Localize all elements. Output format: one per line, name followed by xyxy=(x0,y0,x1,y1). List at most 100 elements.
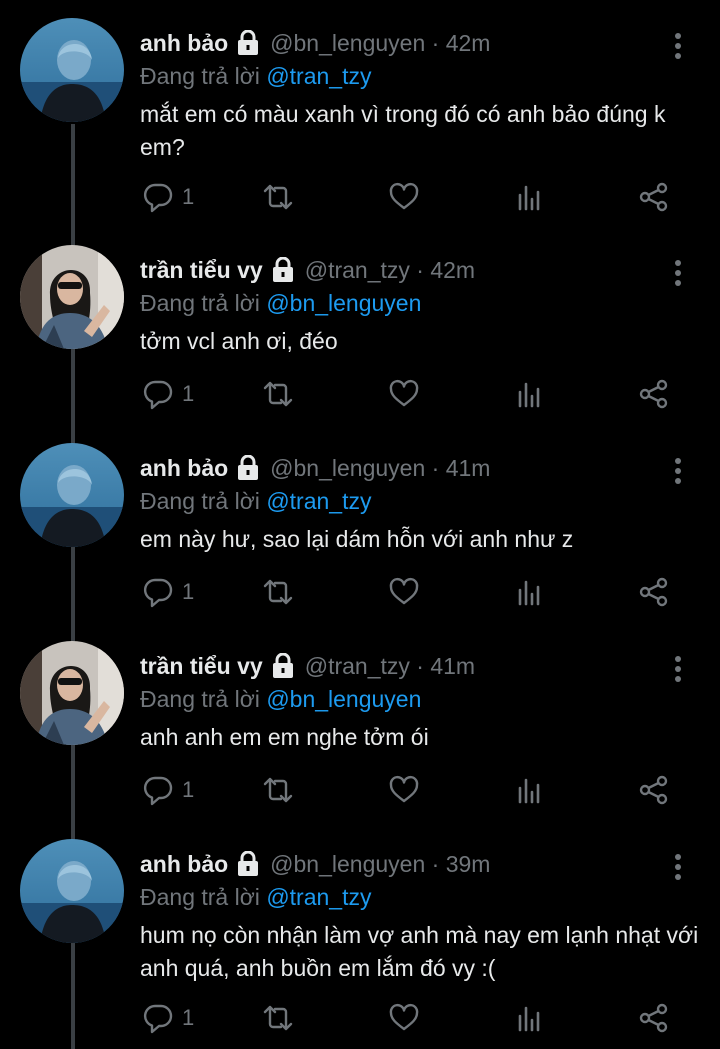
mention-link[interactable]: @bn_lenguyen xyxy=(266,686,421,712)
avatar[interactable] xyxy=(20,839,124,943)
reply-count: 1 xyxy=(182,184,195,209)
reply-count: 1 xyxy=(182,777,195,802)
more-vertical-icon[interactable] xyxy=(668,32,688,60)
reply-button[interactable]: 1 xyxy=(142,1001,194,1035)
reply-button[interactable]: 1 xyxy=(142,575,194,609)
retweet-icon xyxy=(263,1005,293,1031)
display-name[interactable]: anh bảo xyxy=(140,28,228,58)
analytics-icon xyxy=(518,382,540,408)
retweet-button[interactable] xyxy=(262,377,294,411)
share-button[interactable] xyxy=(638,180,670,214)
reply-icon xyxy=(143,578,173,608)
reply-button[interactable]: 1 xyxy=(142,377,194,411)
avatar[interactable] xyxy=(20,641,124,745)
handle-time[interactable]: @bn_lenguyen · 39m xyxy=(270,849,490,879)
more-vertical-icon[interactable] xyxy=(668,457,688,485)
tweet-text: mắt em có màu xanh vì trong đó có anh bả… xyxy=(140,101,666,160)
analytics-button[interactable] xyxy=(514,1001,546,1035)
share-button[interactable] xyxy=(638,575,670,609)
retweet-button[interactable] xyxy=(262,180,294,214)
more-vertical-icon[interactable] xyxy=(668,853,688,881)
analytics-button[interactable] xyxy=(514,377,546,411)
retweet-icon xyxy=(263,184,293,210)
analytics-button[interactable] xyxy=(514,773,546,807)
share-icon xyxy=(639,1003,668,1033)
reply-count: 1 xyxy=(182,381,195,406)
replying-to: Đang trả lời @bn_lenguyen xyxy=(140,684,421,714)
reply-button[interactable]: 1 xyxy=(142,773,194,807)
share-button[interactable] xyxy=(638,773,670,807)
handle-time[interactable]: @bn_lenguyen · 41m xyxy=(270,453,490,483)
analytics-icon xyxy=(518,185,540,211)
retweet-icon xyxy=(263,579,293,605)
like-button[interactable] xyxy=(388,377,420,411)
retweet-icon xyxy=(263,381,293,407)
tweet-text: hum nọ còn nhận làm vợ anh mà nay em lạn… xyxy=(140,922,699,981)
analytics-button[interactable] xyxy=(514,575,546,609)
handle-time[interactable]: @bn_lenguyen · 42m xyxy=(270,28,490,58)
share-button[interactable] xyxy=(638,377,670,411)
display-name[interactable]: anh bảo xyxy=(140,849,228,879)
mention-link[interactable]: @tran_tzy xyxy=(266,884,371,910)
reply-prefix: Đang trả lời xyxy=(140,63,260,89)
reply-prefix: Đang trả lời xyxy=(140,686,260,712)
handle-time[interactable]: @tran_tzy · 41m xyxy=(305,651,475,681)
retweet-button[interactable] xyxy=(262,773,294,807)
display-name[interactable]: trần tiểu vy xyxy=(140,651,263,681)
display-name[interactable]: anh bảo xyxy=(140,453,228,483)
reply-icon xyxy=(143,1004,173,1034)
reply-icon xyxy=(143,183,173,213)
tweet-actions: 1 xyxy=(140,180,680,216)
tweet[interactable]: anh bảo @bn_lenguyen · 41m Đang trả lời @… xyxy=(0,443,720,633)
reply-icon xyxy=(143,776,173,806)
share-icon xyxy=(639,775,668,805)
lock-icon xyxy=(238,851,259,876)
tweet-actions: 1 xyxy=(140,773,680,809)
like-icon xyxy=(389,379,419,407)
like-icon xyxy=(389,775,419,803)
more-vertical-icon[interactable] xyxy=(668,259,688,287)
analytics-icon xyxy=(518,1006,540,1032)
mention-link[interactable]: @tran_tzy xyxy=(266,63,371,89)
display-name[interactable]: trần tiểu vy xyxy=(140,255,263,285)
mention-link[interactable]: @bn_lenguyen xyxy=(266,290,421,316)
retweet-button[interactable] xyxy=(262,575,294,609)
tweet-text: em này hư, sao lại dám hỗn với anh như z xyxy=(140,526,574,552)
tweet[interactable]: trần tiểu vy @tran_tzy · 41m Đang trả lời… xyxy=(0,641,720,831)
lock-icon xyxy=(238,455,259,480)
like-icon xyxy=(389,182,419,210)
like-icon xyxy=(389,1003,419,1031)
avatar[interactable] xyxy=(20,245,124,349)
tweet[interactable]: anh bảo @bn_lenguyen · 39m Đang trả lời @… xyxy=(0,839,720,1049)
replying-to: Đang trả lời @bn_lenguyen xyxy=(140,288,421,318)
avatar[interactable] xyxy=(20,443,124,547)
reply-icon xyxy=(143,380,173,410)
tweet-actions: 1 xyxy=(140,575,680,611)
retweet-button[interactable] xyxy=(262,1001,294,1035)
more-vertical-icon[interactable] xyxy=(668,655,688,683)
tweet-text: tởm vcl anh ơi, đéo xyxy=(140,328,338,354)
lock-icon xyxy=(272,653,293,678)
replying-to: Đang trả lời @tran_tzy xyxy=(140,61,371,91)
analytics-icon xyxy=(518,778,540,804)
reply-count: 1 xyxy=(182,1005,195,1030)
reply-count: 1 xyxy=(182,579,195,604)
like-button[interactable] xyxy=(388,773,420,807)
reply-prefix: Đang trả lời xyxy=(140,884,260,910)
share-button[interactable] xyxy=(638,1001,670,1035)
avatar[interactable] xyxy=(20,18,124,122)
handle-time[interactable]: @tran_tzy · 42m xyxy=(305,255,475,285)
replying-to: Đang trả lời @tran_tzy xyxy=(140,882,371,912)
like-button[interactable] xyxy=(388,1001,420,1035)
like-icon xyxy=(389,577,419,605)
analytics-button[interactable] xyxy=(514,180,546,214)
reply-prefix: Đang trả lời xyxy=(140,488,260,514)
like-button[interactable] xyxy=(388,180,420,214)
lock-icon xyxy=(238,30,259,55)
tweet[interactable]: anh bảo @bn_lenguyen · 42m Đang trả lời @… xyxy=(0,18,720,228)
tweet[interactable]: trần tiểu vy @tran_tzy · 42m Đang trả lời… xyxy=(0,245,720,435)
like-button[interactable] xyxy=(388,575,420,609)
mention-link[interactable]: @tran_tzy xyxy=(266,488,371,514)
share-icon xyxy=(639,182,668,212)
reply-button[interactable]: 1 xyxy=(142,180,194,214)
